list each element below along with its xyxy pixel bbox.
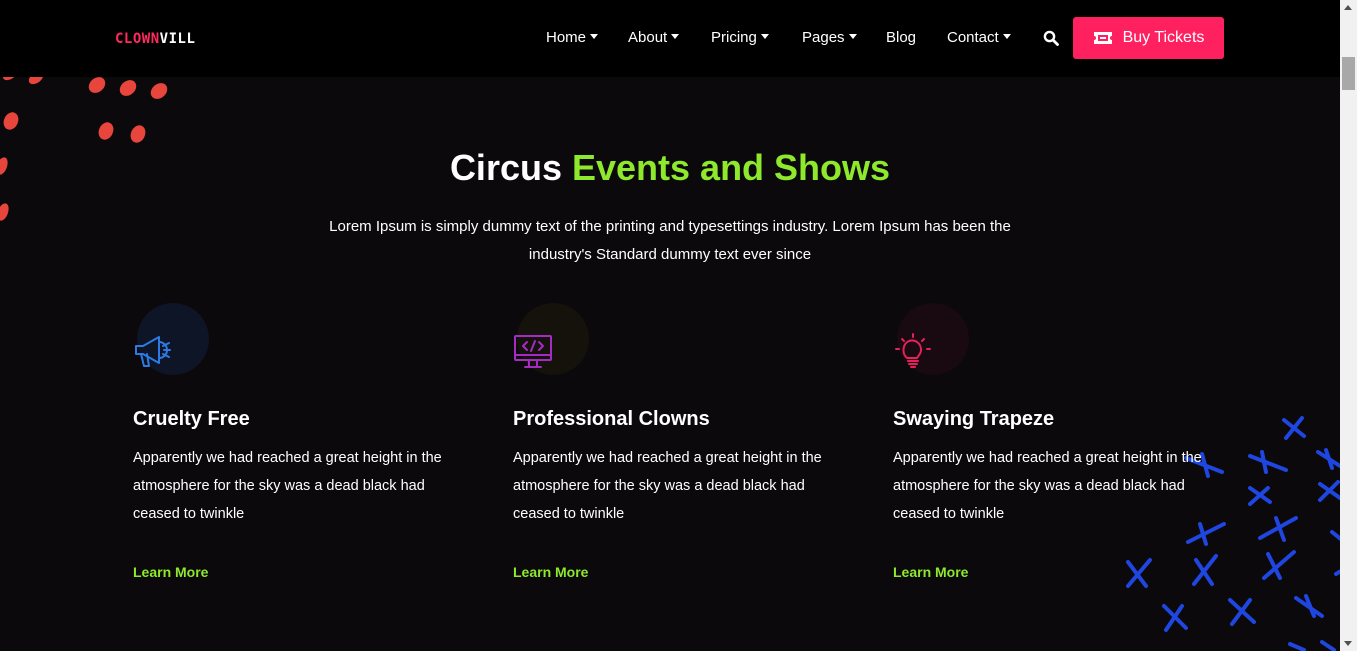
nav-blog[interactable]: Blog — [886, 29, 916, 46]
nav-contact[interactable]: Contact — [947, 29, 1011, 46]
nav-label: Pricing — [711, 29, 757, 46]
card-title: Cruelty Free — [133, 408, 250, 430]
learn-more-link[interactable]: Learn More — [133, 564, 208, 580]
card-title: Professional Clowns — [513, 408, 710, 430]
nav-label: About — [628, 29, 668, 46]
section-title-part-2: Events and Shows — [571, 147, 891, 188]
nav-label: Home — [546, 29, 587, 46]
buy-tickets-label: Buy Tickets — [1122, 29, 1205, 46]
search-icon[interactable] — [1043, 30, 1059, 46]
caret-down-icon — [760, 34, 769, 39]
feature-card-swaying-trapeze: Swaying Trapeze Apparently we had reache… — [893, 303, 1223, 593]
lightbulb-icon — [895, 333, 931, 368]
nav-label: Blog — [886, 29, 917, 46]
caret-down-icon — [1002, 34, 1011, 39]
nav-label: Pages — [802, 29, 845, 46]
page: CLOWNVILL Home About Pricing Pages Blog … — [0, 0, 1357, 651]
caret-down-icon — [848, 34, 857, 39]
feature-card-cruelty-free: Cruelty Free Apparently we had reached a… — [133, 303, 463, 593]
section-title: Circus Events and Shows — [0, 147, 1340, 189]
nav-home[interactable]: Home — [546, 29, 599, 46]
caret-down-icon — [671, 34, 680, 39]
monitor-code-icon — [514, 335, 552, 368]
caret-down-icon — [590, 34, 599, 39]
site-logo[interactable]: CLOWNVILL — [115, 31, 195, 47]
scroll-up-icon[interactable] — [1344, 5, 1352, 10]
nav-label: Contact — [947, 29, 999, 46]
card-icon-wrap — [513, 303, 593, 375]
section-description: Lorem Ipsum is simply dummy text of the … — [329, 218, 1011, 263]
vertical-scrollbar[interactable] — [1340, 0, 1357, 651]
ticket-icon — [1093, 32, 1112, 44]
card-icon-wrap — [893, 303, 973, 375]
logo-part-1: CLOWN — [115, 31, 160, 47]
feature-card-professional-clowns: Professional Clowns Apparently we had re… — [513, 303, 843, 593]
learn-more-link[interactable]: Learn More — [513, 564, 588, 580]
learn-more-link[interactable]: Learn More — [893, 564, 968, 580]
top-navbar: CLOWNVILL Home About Pricing Pages Blog … — [0, 0, 1340, 77]
card-icon-wrap — [133, 303, 213, 375]
nav-pages[interactable]: Pages — [802, 29, 857, 46]
card-text: Apparently we had reached a great height… — [893, 450, 1202, 522]
megaphone-icon — [135, 336, 171, 367]
scrollbar-thumb[interactable] — [1342, 57, 1355, 90]
buy-tickets-button[interactable]: Buy Tickets — [1073, 17, 1224, 59]
logo-part-2: VILL — [159, 31, 196, 47]
card-text: Apparently we had reached a great height… — [133, 450, 442, 522]
card-text: Apparently we had reached a great height… — [513, 450, 822, 522]
card-title: Swaying Trapeze — [893, 408, 1055, 430]
nav-pricing[interactable]: Pricing — [711, 29, 769, 46]
nav-about[interactable]: About — [628, 29, 680, 46]
section-title-part-1: Circus — [449, 147, 572, 188]
scroll-down-icon[interactable] — [1344, 641, 1352, 646]
